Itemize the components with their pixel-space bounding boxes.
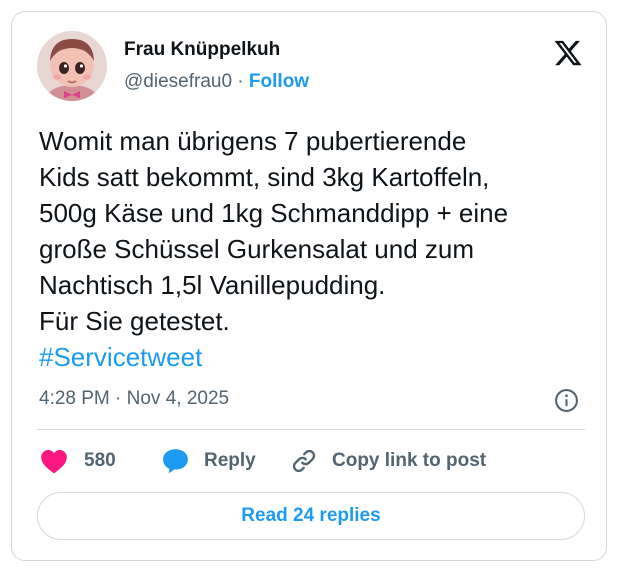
copy-link-label: Copy link to post (332, 450, 487, 471)
x-logo-icon[interactable] (553, 38, 583, 68)
tweet-line: 500g Käse und 1kg Schmanddipp + eine (39, 198, 509, 228)
heart-icon (41, 450, 67, 474)
hashtag-link[interactable]: #Servicetweet (39, 339, 589, 375)
tweet-line: große Schüssel Gurkensalat und zum (39, 234, 474, 264)
read-replies-button[interactable]: Read 24 replies (37, 492, 585, 540)
speech-bubble-icon (163, 449, 188, 474)
tweet-line: Kids satt bekommt, sind 3kg Kartoffeln, (39, 162, 490, 192)
tweet-timestamp[interactable]: 4:28 PM · Nov 4, 2025 (39, 388, 229, 410)
reply-label: Reply (204, 450, 256, 471)
tweet-line: Für Sie getestet. (39, 306, 230, 336)
divider (37, 429, 585, 430)
info-icon[interactable] (554, 388, 579, 413)
tweet-text: Womit man übrigens 7 pubertierende Kids … (39, 123, 589, 375)
separator-dot: · (232, 71, 249, 92)
author-name[interactable]: Frau Knüppelkuh (124, 39, 280, 61)
like-button[interactable]: 580 (40, 446, 116, 476)
avatar-image (37, 31, 107, 101)
follow-link[interactable]: Follow (249, 71, 309, 92)
tweet-line: Nachtisch 1,5l Vanillepudding. (39, 270, 386, 300)
author-handle[interactable]: @diesefrau0 (124, 71, 232, 92)
avatar[interactable] (37, 31, 107, 101)
copy-link-button[interactable]: Copy link to post (290, 446, 486, 476)
like-count: 580 (84, 450, 116, 471)
author-handle-line: @diesefrau0 · Follow (124, 71, 309, 93)
link-icon (292, 449, 316, 473)
reply-button[interactable]: Reply (162, 446, 256, 476)
tweet-line: Womit man übrigens 7 pubertierende (39, 126, 467, 156)
tweet-card: Frau Knüppelkuh @diesefrau0 · Follow Wom… (11, 11, 607, 561)
